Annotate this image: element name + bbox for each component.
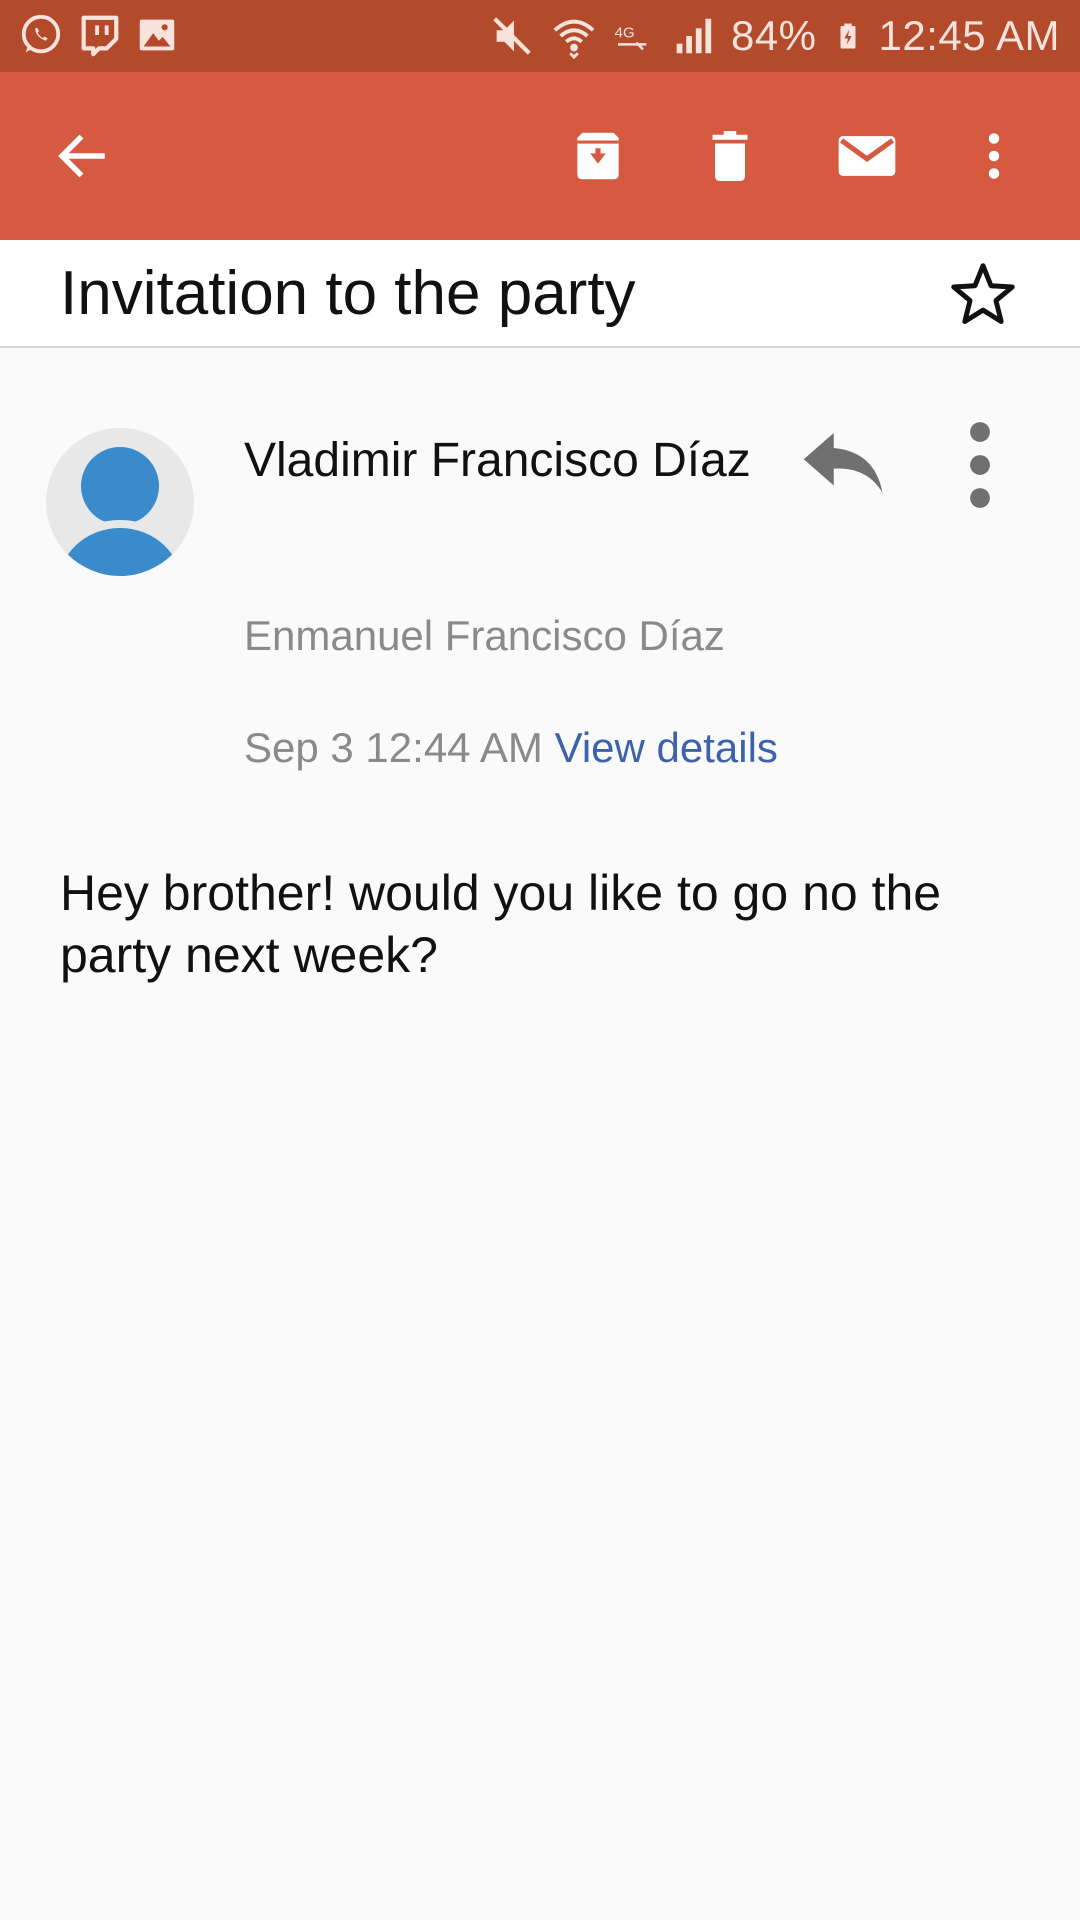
notification-icons (18, 12, 180, 58)
email-toolbar (0, 72, 1080, 240)
avatar-icon (46, 428, 194, 576)
email-meta: Sep 3 12:44 AM View details (244, 724, 778, 772)
back-arrow-icon (58, 134, 105, 178)
lte-icon: 4G (615, 25, 647, 51)
reply-button[interactable] (800, 428, 890, 498)
status-bar: 4G 84% 12:45 AM (0, 0, 1080, 72)
back-button[interactable] (42, 116, 122, 196)
more-vert-icon (970, 422, 990, 508)
system-status: 4G 84% 12:45 AM (489, 0, 1060, 72)
view-details-link[interactable]: View details (555, 724, 778, 771)
delete-button[interactable] (690, 116, 770, 196)
email-subject: Invitation to the party (60, 259, 636, 328)
star-button[interactable] (946, 258, 1020, 332)
whatsapp-icon (21, 14, 61, 54)
wifi-icon (553, 19, 595, 59)
signal-icon (676, 18, 712, 54)
overflow-menu-button[interactable] (954, 116, 1034, 196)
clock: 12:45 AM (878, 12, 1060, 59)
archive-button[interactable] (558, 116, 638, 196)
twitch-icon (81, 15, 119, 57)
archive-icon (577, 132, 619, 180)
battery-charging-icon (840, 23, 856, 49)
sender-avatar[interactable] (44, 426, 196, 578)
mute-icon (493, 17, 531, 55)
mark-unread-button[interactable] (822, 116, 912, 196)
image-icon (139, 19, 175, 51)
reply-icon (803, 433, 883, 493)
recipient-name: Enmanuel Francisco Díaz (244, 612, 725, 659)
delete-icon (712, 131, 748, 181)
svg-text:4G: 4G (615, 25, 635, 42)
sender-name: Vladimir Francisco Díaz (244, 434, 751, 487)
battery-percent: 84% (730, 12, 817, 59)
star-icon (951, 263, 1015, 324)
email-date: Sep 3 12:44 AM (244, 724, 543, 771)
message-more-button[interactable] (950, 420, 1010, 510)
subject-bar: Invitation to the party (0, 240, 1080, 348)
email-body: Hey brother! would you like to go no the… (60, 865, 942, 983)
mail-icon (838, 136, 896, 176)
more-vert-icon (988, 133, 1000, 179)
